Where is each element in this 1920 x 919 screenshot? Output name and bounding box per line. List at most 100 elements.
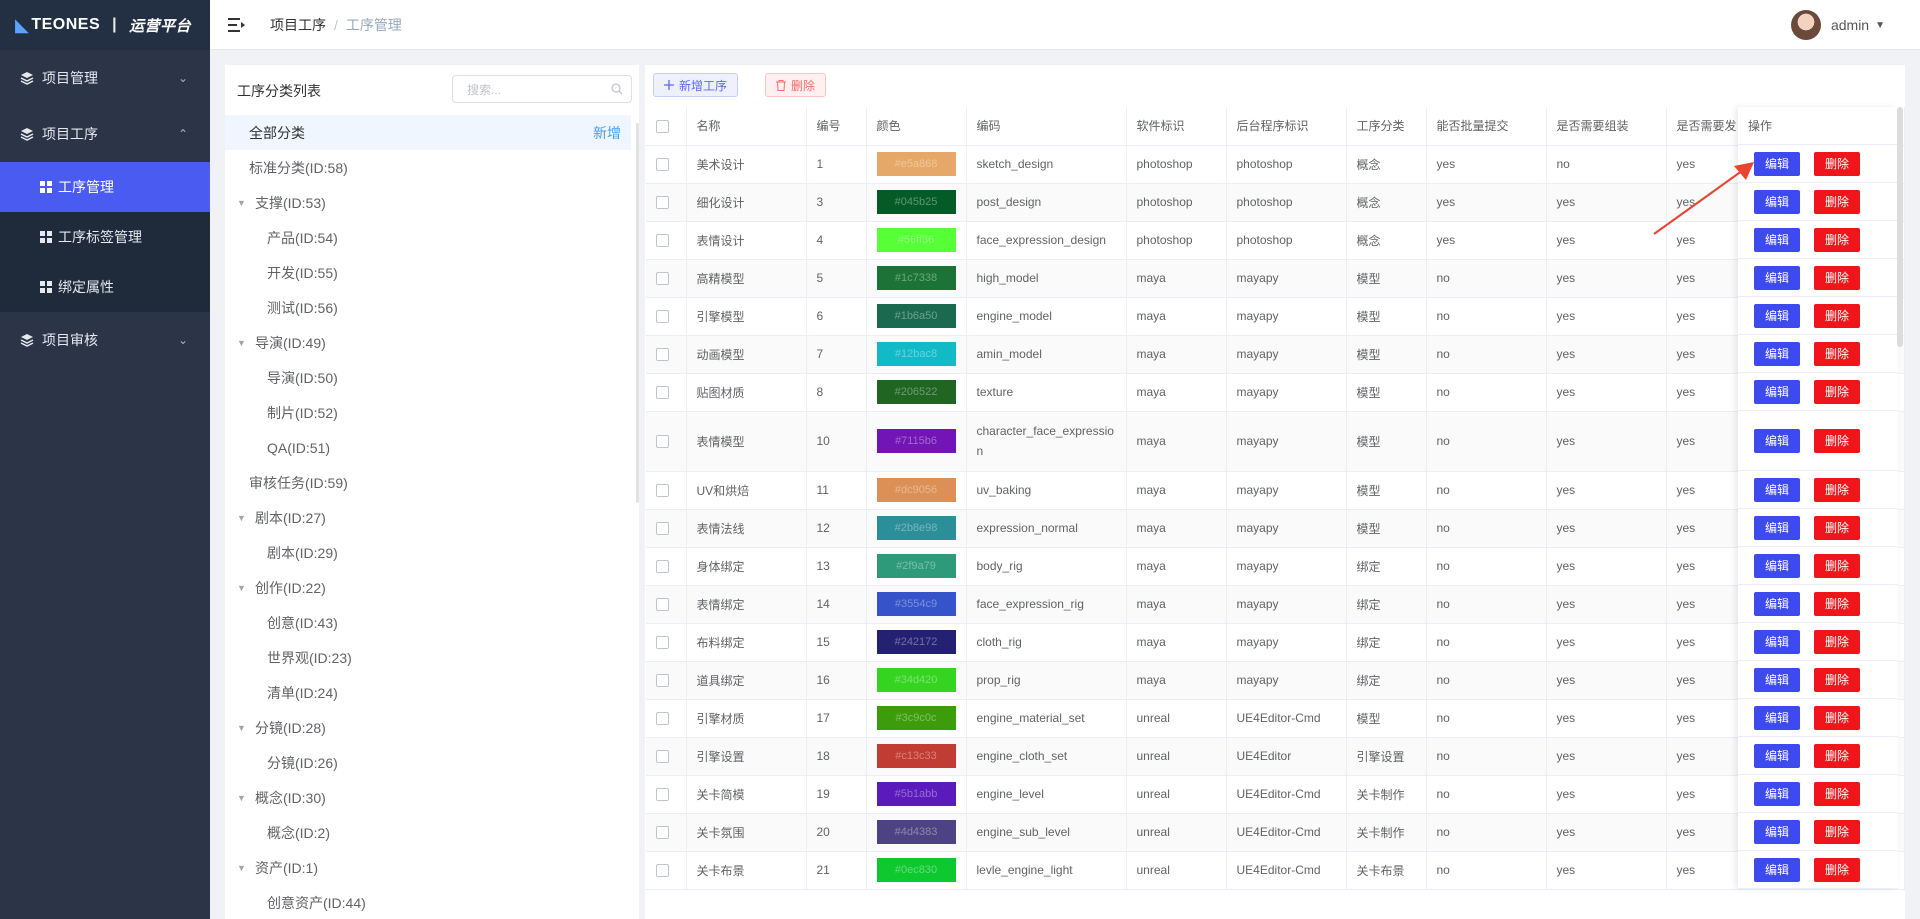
tree-node[interactable]: ▼ 剧本(ID:27) xyxy=(225,500,631,535)
row-select-cell[interactable] xyxy=(646,699,687,738)
delete-button[interactable]: 删除 xyxy=(1814,553,1860,578)
delete-button[interactable]: 删除 xyxy=(1814,781,1860,806)
row-select-cell[interactable] xyxy=(646,737,687,776)
logo[interactable]: ◣ TEONES | 运营平台 xyxy=(0,0,210,50)
edit-button[interactable]: 编辑 xyxy=(1754,303,1800,328)
expand-caret-icon[interactable]: ▼ xyxy=(237,863,247,873)
tree-node[interactable]: 世界观(ID:23) xyxy=(225,640,631,675)
row-checkbox[interactable] xyxy=(656,158,669,172)
expand-caret-icon[interactable]: ▼ xyxy=(237,513,247,523)
edit-button[interactable]: 编辑 xyxy=(1754,515,1800,540)
edit-button[interactable]: 编辑 xyxy=(1754,591,1800,616)
delete-button[interactable]: 删除 xyxy=(1814,515,1860,540)
expand-caret-icon[interactable]: ▼ xyxy=(237,793,247,803)
column-header[interactable]: 软件标识 xyxy=(1126,107,1227,146)
table-row[interactable]: 引擎设置 18 #c13c33 engine_cloth_set unreal UE4Ed… xyxy=(646,737,1905,776)
edit-button[interactable]: 编辑 xyxy=(1754,379,1800,404)
tree-node[interactable]: 测试(ID:56) xyxy=(225,290,631,325)
row-select-cell[interactable] xyxy=(646,145,687,184)
breadcrumb-item[interactable]: 项目工序 xyxy=(270,17,326,33)
column-header[interactable]: 后台程序标识 xyxy=(1226,107,1347,146)
delete-button[interactable]: 删除 xyxy=(1814,227,1860,252)
row-select-cell[interactable] xyxy=(646,221,687,260)
add-process-button[interactable]: 新增工序 xyxy=(653,73,739,97)
row-checkbox[interactable] xyxy=(656,386,669,400)
tree-node[interactable]: ▼ 分镜(ID:28) xyxy=(225,710,631,745)
table-row[interactable]: 表情法线 12 #2b8e98 expression_normal maya mayapy… xyxy=(646,509,1905,548)
table-row[interactable]: 关卡简模 19 #5b1abb engine_level unreal UE4Editor… xyxy=(646,775,1905,814)
row-checkbox[interactable] xyxy=(656,272,669,286)
table-row[interactable]: 表情绑定 14 #3554c9 face_expression_rig maya maya… xyxy=(646,585,1905,624)
row-checkbox[interactable] xyxy=(656,788,669,802)
row-select-cell[interactable] xyxy=(646,585,687,624)
table-row[interactable]: 引擎材质 17 #3c9c0c engine_material_set unreal UE… xyxy=(646,699,1905,738)
row-checkbox[interactable] xyxy=(656,522,669,536)
add-category-link[interactable]: 新增 xyxy=(593,123,621,143)
tree-node[interactable]: 概念(ID:2) xyxy=(225,815,631,850)
row-checkbox[interactable] xyxy=(656,598,669,612)
expand-caret-icon[interactable]: ▼ xyxy=(237,338,247,348)
tree-node[interactable]: 导演(ID:50) xyxy=(225,360,631,395)
expand-caret-icon[interactable]: ▼ xyxy=(237,198,247,208)
row-checkbox[interactable] xyxy=(656,310,669,324)
edit-button[interactable]: 编辑 xyxy=(1754,819,1800,844)
row-select-cell[interactable] xyxy=(646,547,687,586)
edit-button[interactable]: 编辑 xyxy=(1754,265,1800,290)
tree-node[interactable]: 分镜(ID:26) xyxy=(225,745,631,780)
submenu-item-process-management[interactable]: 工序管理 xyxy=(0,162,210,212)
delete-button[interactable]: 删除 xyxy=(1814,667,1860,692)
table-row[interactable]: 引擎模型 6 #1b6a50 engine_model maya mayapy 模型 no ye… xyxy=(646,297,1905,336)
row-checkbox[interactable] xyxy=(656,636,669,650)
row-select-cell[interactable] xyxy=(646,813,687,852)
edit-button[interactable]: 编辑 xyxy=(1754,428,1800,453)
select-all-checkbox[interactable] xyxy=(656,119,669,133)
row-checkbox[interactable] xyxy=(656,864,669,878)
table-row[interactable]: 贴图材质 8 #206522 texture maya mayapy 模型 no yes yes xyxy=(646,373,1905,412)
table-row[interactable]: 道具绑定 16 #34d420 prop_rig maya mayapy 绑定 no yes ye… xyxy=(646,661,1905,700)
row-select-cell[interactable] xyxy=(646,259,687,298)
delete-button[interactable]: 删除 xyxy=(1814,591,1860,616)
column-header[interactable]: 名称 xyxy=(686,107,807,146)
edit-button[interactable]: 编辑 xyxy=(1754,667,1800,692)
row-select-cell[interactable] xyxy=(646,661,687,700)
tree-node[interactable]: 开发(ID:55) xyxy=(225,255,631,290)
table-row[interactable]: 细化设计 3 #045b25 post_design photoshop photosho… xyxy=(646,183,1905,222)
row-select-cell[interactable] xyxy=(646,851,687,890)
tree-node[interactable]: 全部分类 新增 xyxy=(225,115,631,150)
row-select-cell[interactable] xyxy=(646,335,687,374)
table-row[interactable]: UV和烘焙 11 #dc9056 uv_baking maya mayapy 模型 no yes… xyxy=(646,471,1905,510)
row-select-cell[interactable] xyxy=(646,471,687,510)
edit-button[interactable]: 编辑 xyxy=(1754,781,1800,806)
row-select-cell[interactable] xyxy=(646,509,687,548)
expand-caret-icon[interactable]: ▼ xyxy=(237,583,247,593)
column-header[interactable]: 是否需要组装 xyxy=(1546,107,1667,146)
row-checkbox[interactable] xyxy=(656,435,669,449)
menu-item-project-review[interactable]: 项目审核 ⌄ xyxy=(0,312,210,368)
tree-node[interactable]: ▼ 资产(ID:1) xyxy=(225,850,631,885)
delete-button[interactable]: 删除 xyxy=(1814,189,1860,214)
delete-button[interactable]: 删除 xyxy=(1814,629,1860,654)
tree-node[interactable]: ▼ 导演(ID:49) xyxy=(225,325,631,360)
table-row[interactable]: 布料绑定 15 #242172 cloth_rig maya mayapy 绑定 no yes y… xyxy=(646,623,1905,662)
category-search-input[interactable]: 搜索... xyxy=(452,75,632,103)
tree-node[interactable]: 制片(ID:52) xyxy=(225,395,631,430)
row-checkbox[interactable] xyxy=(656,234,669,248)
delete-button[interactable]: 删除 xyxy=(1814,379,1860,404)
table-scrollbar[interactable] xyxy=(1897,107,1903,347)
column-header[interactable]: 能否批量提交 xyxy=(1426,107,1547,146)
tree-node[interactable]: 审核任务(ID:59) xyxy=(225,465,631,500)
delete-button[interactable]: 删除 xyxy=(1814,428,1860,453)
edit-button[interactable]: 编辑 xyxy=(1754,227,1800,252)
row-select-cell[interactable] xyxy=(646,373,687,412)
delete-button[interactable]: 删除 xyxy=(1814,857,1860,882)
delete-button[interactable]: 删除 xyxy=(1814,819,1860,844)
delete-button[interactable]: 删除 xyxy=(1814,705,1860,730)
delete-button[interactable]: 删除 xyxy=(1814,265,1860,290)
menu-item-project-management[interactable]: 项目管理 ⌄ xyxy=(0,50,210,106)
tree-node[interactable]: 清单(ID:24) xyxy=(225,675,631,710)
edit-button[interactable]: 编辑 xyxy=(1754,553,1800,578)
expand-caret-icon[interactable]: ▼ xyxy=(237,723,247,733)
tree-node[interactable]: ▼ 支撑(ID:53) xyxy=(225,185,631,220)
row-checkbox[interactable] xyxy=(656,674,669,688)
edit-button[interactable]: 编辑 xyxy=(1754,477,1800,502)
